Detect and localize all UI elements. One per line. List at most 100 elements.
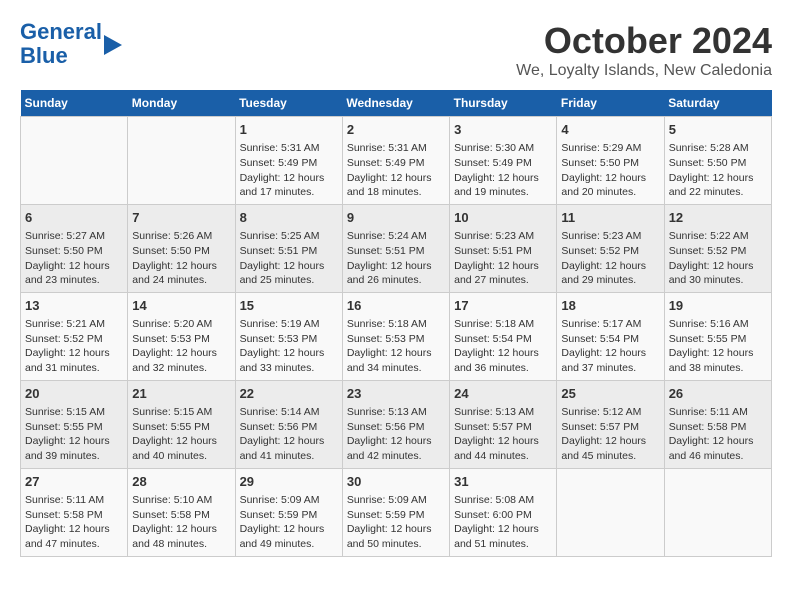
day-number: 9	[347, 209, 445, 227]
day-number: 18	[561, 297, 659, 315]
logo: GeneralBlue	[20, 20, 122, 68]
calendar-cell: 3Sunrise: 5:30 AM Sunset: 5:49 PM Daylig…	[450, 117, 557, 205]
calendar-cell: 13Sunrise: 5:21 AM Sunset: 5:52 PM Dayli…	[21, 292, 128, 380]
calendar-cell: 19 Sunrise: 5:16 AM Sunset: 5:55 PM Dayli…	[664, 292, 771, 380]
day-number: 3	[454, 121, 552, 139]
calendar-cell	[128, 117, 235, 205]
calendar-cell	[664, 468, 771, 556]
day-info: Sunrise: 5:11 AM Sunset: 5:58 PM Dayligh…	[669, 405, 767, 464]
calendar-cell: 16Sunrise: 5:18 AM Sunset: 5:53 PM Dayli…	[342, 292, 449, 380]
day-info: Sunrise: 5:28 AM Sunset: 5:50 PM Dayligh…	[669, 141, 767, 200]
day-number: 30	[347, 473, 445, 491]
day-number: 23	[347, 385, 445, 403]
day-number: 25	[561, 385, 659, 403]
calendar-cell: 8 Sunrise: 5:25 AM Sunset: 5:51 PM Daylig…	[235, 204, 342, 292]
day-number: 11	[561, 209, 659, 227]
day-info: Sunrise: 5:29 AM Sunset: 5:50 PM Dayligh…	[561, 141, 659, 200]
day-number: 10	[454, 209, 552, 227]
day-info: Sunrise: 5:15 AM Sunset: 5:55 PM Dayligh…	[25, 405, 123, 464]
day-info: Sunrise: 5:31 AM Sunset: 5:49 PM Dayligh…	[240, 141, 338, 200]
day-info: Sunrise: 5:17 AM Sunset: 5:54 PM Dayligh…	[561, 317, 659, 376]
day-number: 28	[132, 473, 230, 491]
day-info: Sunrise: 5:10 AM Sunset: 5:58 PM Dayligh…	[132, 493, 230, 552]
calendar-cell: 27 Sunrise: 5:11 AM Sunset: 5:58 PM Dayli…	[21, 468, 128, 556]
calendar-cell: 24 Sunrise: 5:13 AM Sunset: 5:57 PM Dayli…	[450, 380, 557, 468]
calendar-week-row: 13Sunrise: 5:21 AM Sunset: 5:52 PM Dayli…	[21, 292, 772, 380]
calendar-subtitle: We, Loyalty Islands, New Caledonia	[516, 62, 772, 80]
calendar-cell: 21 Sunrise: 5:15 AM Sunset: 5:55 PM Dayli…	[128, 380, 235, 468]
day-info: Sunrise: 5:13 AM Sunset: 5:56 PM Dayligh…	[347, 405, 445, 464]
calendar-cell: 28 Sunrise: 5:10 AM Sunset: 5:58 PM Dayli…	[128, 468, 235, 556]
day-info: Sunrise: 5:09 AM Sunset: 5:59 PM Dayligh…	[240, 493, 338, 552]
day-info: Sunrise: 5:23 AM Sunset: 5:52 PM Dayligh…	[561, 229, 659, 288]
calendar-cell: 18 Sunrise: 5:17 AM Sunset: 5:54 PM Dayli…	[557, 292, 664, 380]
logo-arrow-icon	[104, 35, 122, 55]
day-info: Sunrise: 5:13 AM Sunset: 5:57 PM Dayligh…	[454, 405, 552, 464]
day-info: Sunrise: 5:24 AM Sunset: 5:51 PM Dayligh…	[347, 229, 445, 288]
calendar-cell: 30 Sunrise: 5:09 AM Sunset: 5:59 PM Dayli…	[342, 468, 449, 556]
day-info: Sunrise: 5:21 AM Sunset: 5:52 PM Dayligh…	[25, 317, 123, 376]
day-info: Sunrise: 5:08 AM Sunset: 6:00 PM Dayligh…	[454, 493, 552, 552]
calendar-cell: 20Sunrise: 5:15 AM Sunset: 5:55 PM Dayli…	[21, 380, 128, 468]
day-number: 17	[454, 297, 552, 315]
day-number: 31	[454, 473, 552, 491]
calendar-cell: 22Sunrise: 5:14 AM Sunset: 5:56 PM Dayli…	[235, 380, 342, 468]
calendar-cell: 5 Sunrise: 5:28 AM Sunset: 5:50 PM Daylig…	[664, 117, 771, 205]
day-number: 19	[669, 297, 767, 315]
page-header: GeneralBlue October 2024 We, Loyalty Isl…	[20, 20, 772, 80]
weekday-header: Thursday	[450, 90, 557, 117]
calendar-week-row: 20Sunrise: 5:15 AM Sunset: 5:55 PM Dayli…	[21, 380, 772, 468]
day-number: 24	[454, 385, 552, 403]
day-info: Sunrise: 5:23 AM Sunset: 5:51 PM Dayligh…	[454, 229, 552, 288]
day-number: 6	[25, 209, 123, 227]
day-number: 27	[25, 473, 123, 491]
weekday-header-row: SundayMondayTuesdayWednesdayThursdayFrid…	[21, 90, 772, 117]
day-info: Sunrise: 5:09 AM Sunset: 5:59 PM Dayligh…	[347, 493, 445, 552]
calendar-week-row: 6 Sunrise: 5:27 AM Sunset: 5:50 PM Daylig…	[21, 204, 772, 292]
day-info: Sunrise: 5:27 AM Sunset: 5:50 PM Dayligh…	[25, 229, 123, 288]
day-number: 2	[347, 121, 445, 139]
calendar-cell	[21, 117, 128, 205]
calendar-cell: 4 Sunrise: 5:29 AM Sunset: 5:50 PM Daylig…	[557, 117, 664, 205]
day-info: Sunrise: 5:20 AM Sunset: 5:53 PM Dayligh…	[132, 317, 230, 376]
day-number: 16	[347, 297, 445, 315]
day-info: Sunrise: 5:11 AM Sunset: 5:58 PM Dayligh…	[25, 493, 123, 552]
calendar-cell: 12Sunrise: 5:22 AM Sunset: 5:52 PM Dayli…	[664, 204, 771, 292]
calendar-cell: 1 Sunrise: 5:31 AM Sunset: 5:49 PM Daylig…	[235, 117, 342, 205]
day-number: 15	[240, 297, 338, 315]
calendar-week-row: 27 Sunrise: 5:11 AM Sunset: 5:58 PM Dayli…	[21, 468, 772, 556]
day-info: Sunrise: 5:26 AM Sunset: 5:50 PM Dayligh…	[132, 229, 230, 288]
calendar-cell: 2 Sunrise: 5:31 AM Sunset: 5:49 PM Daylig…	[342, 117, 449, 205]
weekday-header: Wednesday	[342, 90, 449, 117]
day-number: 21	[132, 385, 230, 403]
calendar-cell: 31 Sunrise: 5:08 AM Sunset: 6:00 PM Dayli…	[450, 468, 557, 556]
day-info: Sunrise: 5:25 AM Sunset: 5:51 PM Dayligh…	[240, 229, 338, 288]
day-number: 4	[561, 121, 659, 139]
calendar-cell: 17 Sunrise: 5:18 AM Sunset: 5:54 PM Dayli…	[450, 292, 557, 380]
day-number: 14	[132, 297, 230, 315]
calendar-week-row: 1 Sunrise: 5:31 AM Sunset: 5:49 PM Daylig…	[21, 117, 772, 205]
day-info: Sunrise: 5:15 AM Sunset: 5:55 PM Dayligh…	[132, 405, 230, 464]
calendar-cell: 10 Sunrise: 5:23 AM Sunset: 5:51 PM Dayli…	[450, 204, 557, 292]
calendar-cell: 29 Sunrise: 5:09 AM Sunset: 5:59 PM Dayli…	[235, 468, 342, 556]
day-number: 8	[240, 209, 338, 227]
weekday-header: Saturday	[664, 90, 771, 117]
weekday-header: Sunday	[21, 90, 128, 117]
day-number: 26	[669, 385, 767, 403]
day-number: 29	[240, 473, 338, 491]
calendar-cell: 25 Sunrise: 5:12 AM Sunset: 5:57 PM Dayli…	[557, 380, 664, 468]
day-number: 7	[132, 209, 230, 227]
calendar-cell: 14 Sunrise: 5:20 AM Sunset: 5:53 PM Dayli…	[128, 292, 235, 380]
day-number: 22	[240, 385, 338, 403]
day-info: Sunrise: 5:18 AM Sunset: 5:54 PM Dayligh…	[454, 317, 552, 376]
weekday-header: Tuesday	[235, 90, 342, 117]
day-info: Sunrise: 5:19 AM Sunset: 5:53 PM Dayligh…	[240, 317, 338, 376]
day-number: 5	[669, 121, 767, 139]
day-number: 1	[240, 121, 338, 139]
calendar-title: October 2024	[516, 20, 772, 62]
day-info: Sunrise: 5:31 AM Sunset: 5:49 PM Dayligh…	[347, 141, 445, 200]
day-info: Sunrise: 5:16 AM Sunset: 5:55 PM Dayligh…	[669, 317, 767, 376]
day-info: Sunrise: 5:12 AM Sunset: 5:57 PM Dayligh…	[561, 405, 659, 464]
calendar-cell: 9 Sunrise: 5:24 AM Sunset: 5:51 PM Daylig…	[342, 204, 449, 292]
calendar-cell: 11 Sunrise: 5:23 AM Sunset: 5:52 PM Dayli…	[557, 204, 664, 292]
